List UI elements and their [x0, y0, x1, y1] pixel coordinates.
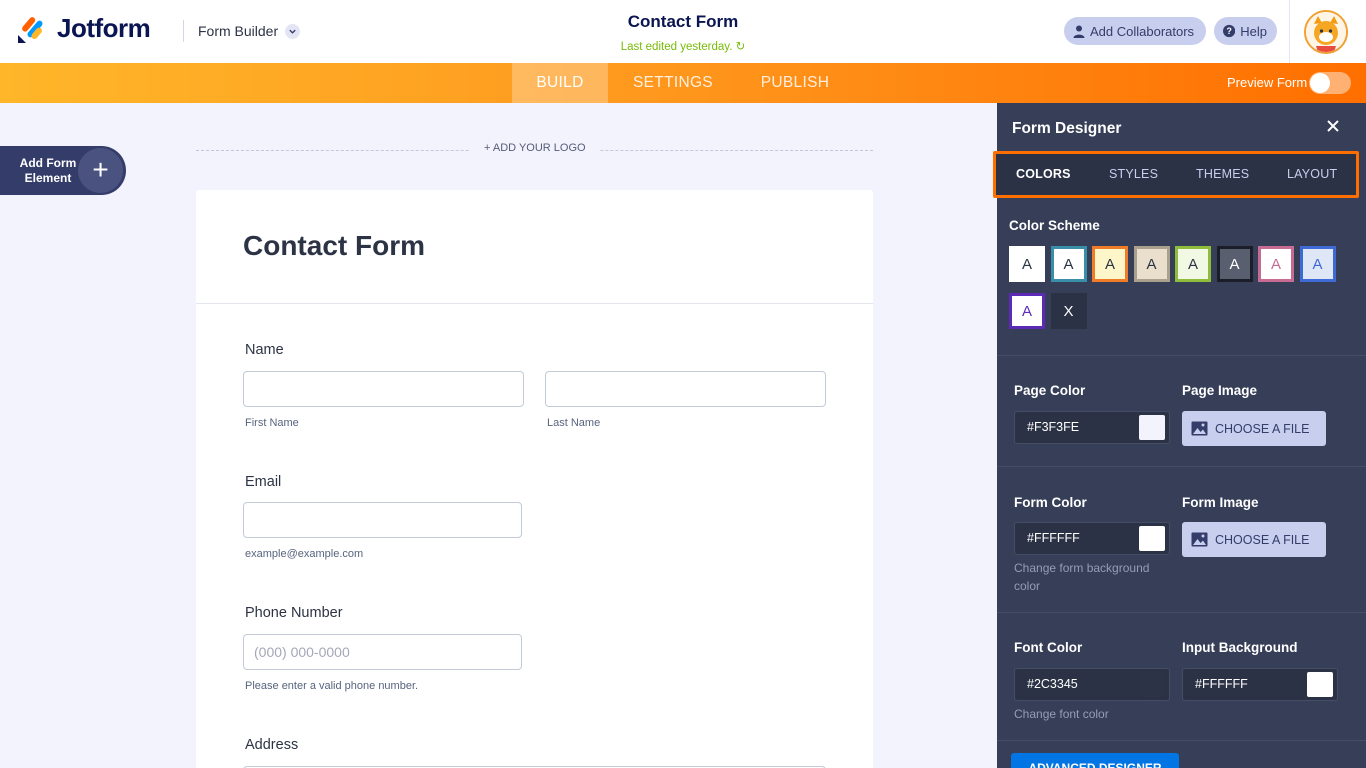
page-image-choose-button[interactable]: CHOOSE A FILE [1182, 411, 1326, 446]
tab-colors[interactable]: COLORS [1016, 167, 1071, 181]
color-scheme-swatch[interactable]: A [1258, 246, 1294, 282]
designer-tabs: COLORS STYLES THEMES LAYOUT [993, 151, 1359, 198]
header-divider-right [1289, 0, 1290, 63]
phone-input[interactable]: (000) 000-0000 [243, 634, 522, 670]
color-scheme-swatch[interactable]: A [1009, 293, 1045, 329]
designer-title: Form Designer [1012, 120, 1121, 138]
phone-label: Phone Number [245, 605, 343, 621]
choose-file-label: CHOOSE A FILE [1215, 533, 1309, 547]
email-label: Email [245, 474, 281, 490]
form-color-field[interactable]: #FFFFFF [1014, 522, 1170, 555]
help-label: Help [1240, 24, 1267, 39]
section-divider [997, 612, 1366, 613]
tab-styles[interactable]: STYLES [1109, 167, 1158, 181]
font-color-swatch[interactable] [1139, 672, 1165, 697]
page-color-field[interactable]: #F3F3FE [1014, 411, 1170, 444]
first-name-sublabel: First Name [245, 417, 299, 429]
section-divider [997, 355, 1366, 356]
name-label: Name [245, 342, 284, 358]
form-color-label: Form Color [1014, 495, 1087, 510]
plus-icon: + [78, 148, 123, 193]
color-scheme-swatch[interactable]: A [1217, 246, 1253, 282]
form-heading[interactable]: Contact Form [243, 230, 425, 262]
input-background-label: Input Background [1182, 640, 1298, 655]
font-color-hint: Change font color [1014, 705, 1109, 723]
input-background-value: #FFFFFF [1195, 677, 1248, 691]
input-background-swatch[interactable] [1307, 672, 1333, 697]
last-edited-text: Last edited yesterday. [621, 41, 733, 53]
choose-file-label: CHOOSE A FILE [1215, 422, 1309, 436]
svg-text:?: ? [1226, 26, 1231, 36]
color-scheme-swatch[interactable]: A [1175, 246, 1211, 282]
builder-nav: BUILD SETTINGS PUBLISH Preview Form [0, 63, 1366, 103]
font-color-field[interactable]: #2C3345 [1014, 668, 1170, 701]
page-image-label: Page Image [1182, 383, 1257, 398]
tab-build[interactable]: BUILD [512, 63, 608, 103]
heading-divider [196, 303, 873, 304]
form-color-value: #FFFFFF [1027, 531, 1080, 545]
image-icon [1191, 421, 1208, 436]
toggle-knob [1310, 73, 1330, 93]
user-avatar[interactable] [1304, 10, 1348, 54]
font-color-label: Font Color [1014, 640, 1082, 655]
form-image-label: Form Image [1182, 495, 1259, 510]
color-scheme-swatch[interactable]: A [1051, 246, 1087, 282]
tab-settings[interactable]: SETTINGS [620, 63, 726, 103]
revert-icon: ↻ [736, 41, 746, 53]
help-button[interactable]: ? Help [1214, 17, 1277, 45]
form-image-choose-button[interactable]: CHOOSE A FILE [1182, 522, 1326, 557]
tab-publish[interactable]: PUBLISH [748, 63, 842, 103]
email-input[interactable] [243, 502, 522, 538]
user-icon [1073, 25, 1085, 38]
color-scheme-swatch[interactable]: X [1051, 293, 1087, 329]
color-scheme-label: Color Scheme [1009, 218, 1100, 233]
color-scheme-swatch[interactable]: A [1009, 246, 1045, 282]
preview-form-toggle[interactable] [1309, 72, 1351, 94]
preview-form-label: Preview Form [1227, 75, 1307, 90]
top-header: Jotform Form Builder Contact Form Last e… [0, 0, 1366, 63]
page-color-swatch[interactable] [1139, 415, 1165, 440]
page-color-value: #F3F3FE [1027, 420, 1079, 434]
color-scheme-swatch[interactable]: A [1092, 246, 1128, 282]
advanced-designer-button[interactable]: ADVANCED DESIGNER [1011, 753, 1179, 768]
tab-themes[interactable]: THEMES [1196, 167, 1249, 181]
address-label: Address [245, 737, 298, 753]
form-color-swatch[interactable] [1139, 526, 1165, 551]
last-name-sublabel: Last Name [547, 417, 600, 429]
first-name-input[interactable] [243, 371, 524, 407]
last-name-input[interactable] [545, 371, 826, 407]
add-collaborators-label: Add Collaborators [1090, 24, 1194, 39]
input-background-field[interactable]: #FFFFFF [1182, 668, 1338, 701]
close-icon[interactable] [1323, 116, 1343, 136]
color-scheme-swatch[interactable]: A [1134, 246, 1170, 282]
add-form-element-button[interactable]: Add Form Element + [0, 146, 126, 195]
section-divider [997, 466, 1366, 467]
add-form-element-label: Add Form Element [14, 156, 82, 186]
form-card: Contact Form Name First Name Last Name E… [196, 190, 873, 768]
add-logo-link[interactable]: + ADD YOUR LOGO [470, 142, 600, 154]
phone-sublabel: Please enter a valid phone number. [245, 680, 418, 692]
form-color-hint: Change form background color [1014, 559, 1174, 595]
form-designer-panel: Form Designer COLORS STYLES THEMES LAYOU… [997, 103, 1366, 768]
font-color-value: #2C3345 [1027, 677, 1078, 691]
help-icon: ? [1223, 24, 1235, 38]
email-sublabel: example@example.com [245, 548, 363, 560]
page-color-label: Page Color [1014, 383, 1085, 398]
color-scheme-swatch[interactable]: A [1300, 246, 1336, 282]
section-divider [997, 740, 1366, 741]
tab-layout[interactable]: LAYOUT [1287, 167, 1337, 181]
add-collaborators-button[interactable]: Add Collaborators [1064, 17, 1206, 45]
image-icon [1191, 532, 1208, 547]
